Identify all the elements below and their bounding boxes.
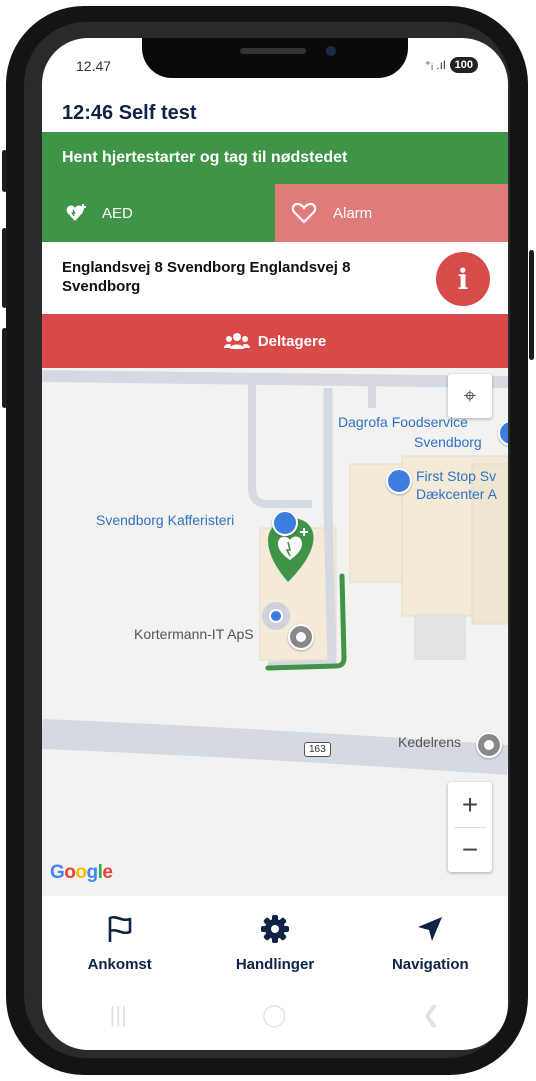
gear-icon xyxy=(260,915,289,943)
google-logo-e: e xyxy=(102,862,113,883)
map-label-kedelrens: Kedelrens xyxy=(398,734,462,750)
info-icon: i xyxy=(457,262,469,296)
nav-navigation-label: Navigation xyxy=(391,956,469,973)
back-button[interactable]: ❮ xyxy=(422,1002,440,1028)
nav-handlinger-label: Handlinger xyxy=(235,956,315,973)
tab-alarm-label: Alarm xyxy=(333,204,373,222)
tab-aed-label: AED xyxy=(102,204,133,222)
map-label-kortermann: Kortermann-IT ApS xyxy=(134,626,254,642)
road xyxy=(42,370,508,388)
google-logo-g: G xyxy=(50,862,65,883)
map-view[interactable]: ⌖ Dagrofa Foodservice Svendborg First St… xyxy=(42,368,508,896)
signal-icon: ⁺ᵢ .ıl xyxy=(424,58,446,72)
google-logo-o1: o xyxy=(64,862,76,883)
tab-bar: AED Alarm xyxy=(42,184,508,242)
zoom-controls: + − xyxy=(448,782,492,872)
users-icon xyxy=(223,333,250,349)
google-logo-o2: o xyxy=(75,862,87,883)
flag-icon xyxy=(108,916,131,942)
notch xyxy=(142,38,408,78)
zoom-divider xyxy=(454,827,486,828)
recents-button[interactable]: ||| xyxy=(110,1002,127,1028)
volume-up-button xyxy=(2,228,7,308)
battery-badge: 100 xyxy=(449,57,478,73)
address-text: Englandsvej 8 Svendborg Englandsvej 8 Sv… xyxy=(62,259,351,295)
navigation-arrow-icon xyxy=(418,917,443,941)
speaker xyxy=(240,48,306,54)
poi-kafferi-icon[interactable] xyxy=(272,510,298,536)
locate-me-button[interactable]: ⌖ xyxy=(448,374,492,418)
map-label-dagrofa-city: Svendborg xyxy=(414,434,482,450)
building xyxy=(414,614,466,660)
google-logo: Google xyxy=(50,862,113,884)
map-label-firststop-1: First Stop Sv xyxy=(416,468,497,484)
power-button xyxy=(529,250,534,360)
my-location-dot xyxy=(269,609,283,623)
banner-text: Hent hjertestarter og tag til nødstedet xyxy=(62,149,348,166)
address-bar: Englandsvej 8 Svendborg Englandsvej 8 Sv… xyxy=(42,242,508,314)
home-button[interactable]: ◯ xyxy=(262,1002,287,1028)
side-button xyxy=(2,150,7,192)
participants-label: Deltagere xyxy=(257,332,327,350)
screen: 12.47 ⁺ᵢ .ıl 100 12:46 Self test Hent hj… xyxy=(42,38,508,1050)
bottom-nav: Ankomst Handlinger Navigation xyxy=(42,896,508,980)
status-icons: ⁺ᵢ .ıl 100 xyxy=(425,57,478,73)
map-label-kafferi: Svendborg Kafferisteri xyxy=(96,512,235,528)
zoom-in-button[interactable]: + xyxy=(448,782,492,827)
status-time: 12.47 xyxy=(76,58,112,74)
map-label-firststop-2: Dækcenter A xyxy=(416,486,497,502)
camera xyxy=(326,46,336,56)
page-title: 12:46 Self test xyxy=(62,102,197,124)
google-logo-g2: g xyxy=(86,862,99,883)
volume-down-button xyxy=(2,328,7,408)
poi-kedelrens-icon[interactable] xyxy=(476,732,502,758)
poi-kortermann-icon[interactable] xyxy=(288,624,314,650)
crosshair-icon: ⌖ xyxy=(463,383,477,408)
system-nav-bar: ||| ◯ ❮ xyxy=(42,980,508,1050)
poi-firststop-icon[interactable] xyxy=(386,468,412,494)
nav-ankomst[interactable]: Ankomst xyxy=(42,896,197,980)
tab-alarm[interactable]: Alarm xyxy=(275,184,508,242)
info-button[interactable]: i xyxy=(436,252,490,306)
nav-ankomst-label: Ankomst xyxy=(87,956,152,973)
road-number-badge: 163 xyxy=(304,742,331,757)
instruction-banner: Hent hjertestarter og tag til nødstedet xyxy=(42,132,508,184)
road xyxy=(248,380,312,508)
nav-navigation[interactable]: Navigation xyxy=(353,896,508,980)
participants-button[interactable]: Deltagere xyxy=(42,314,508,368)
heart-outline-icon xyxy=(291,202,317,224)
zoom-out-button[interactable]: − xyxy=(448,827,492,872)
map-label-dagrofa: Dagrofa Foodservice xyxy=(338,414,468,430)
tab-aed[interactable]: AED xyxy=(42,184,275,242)
nav-handlinger[interactable]: Handlinger xyxy=(197,896,352,980)
heart-plus-icon xyxy=(66,204,86,221)
